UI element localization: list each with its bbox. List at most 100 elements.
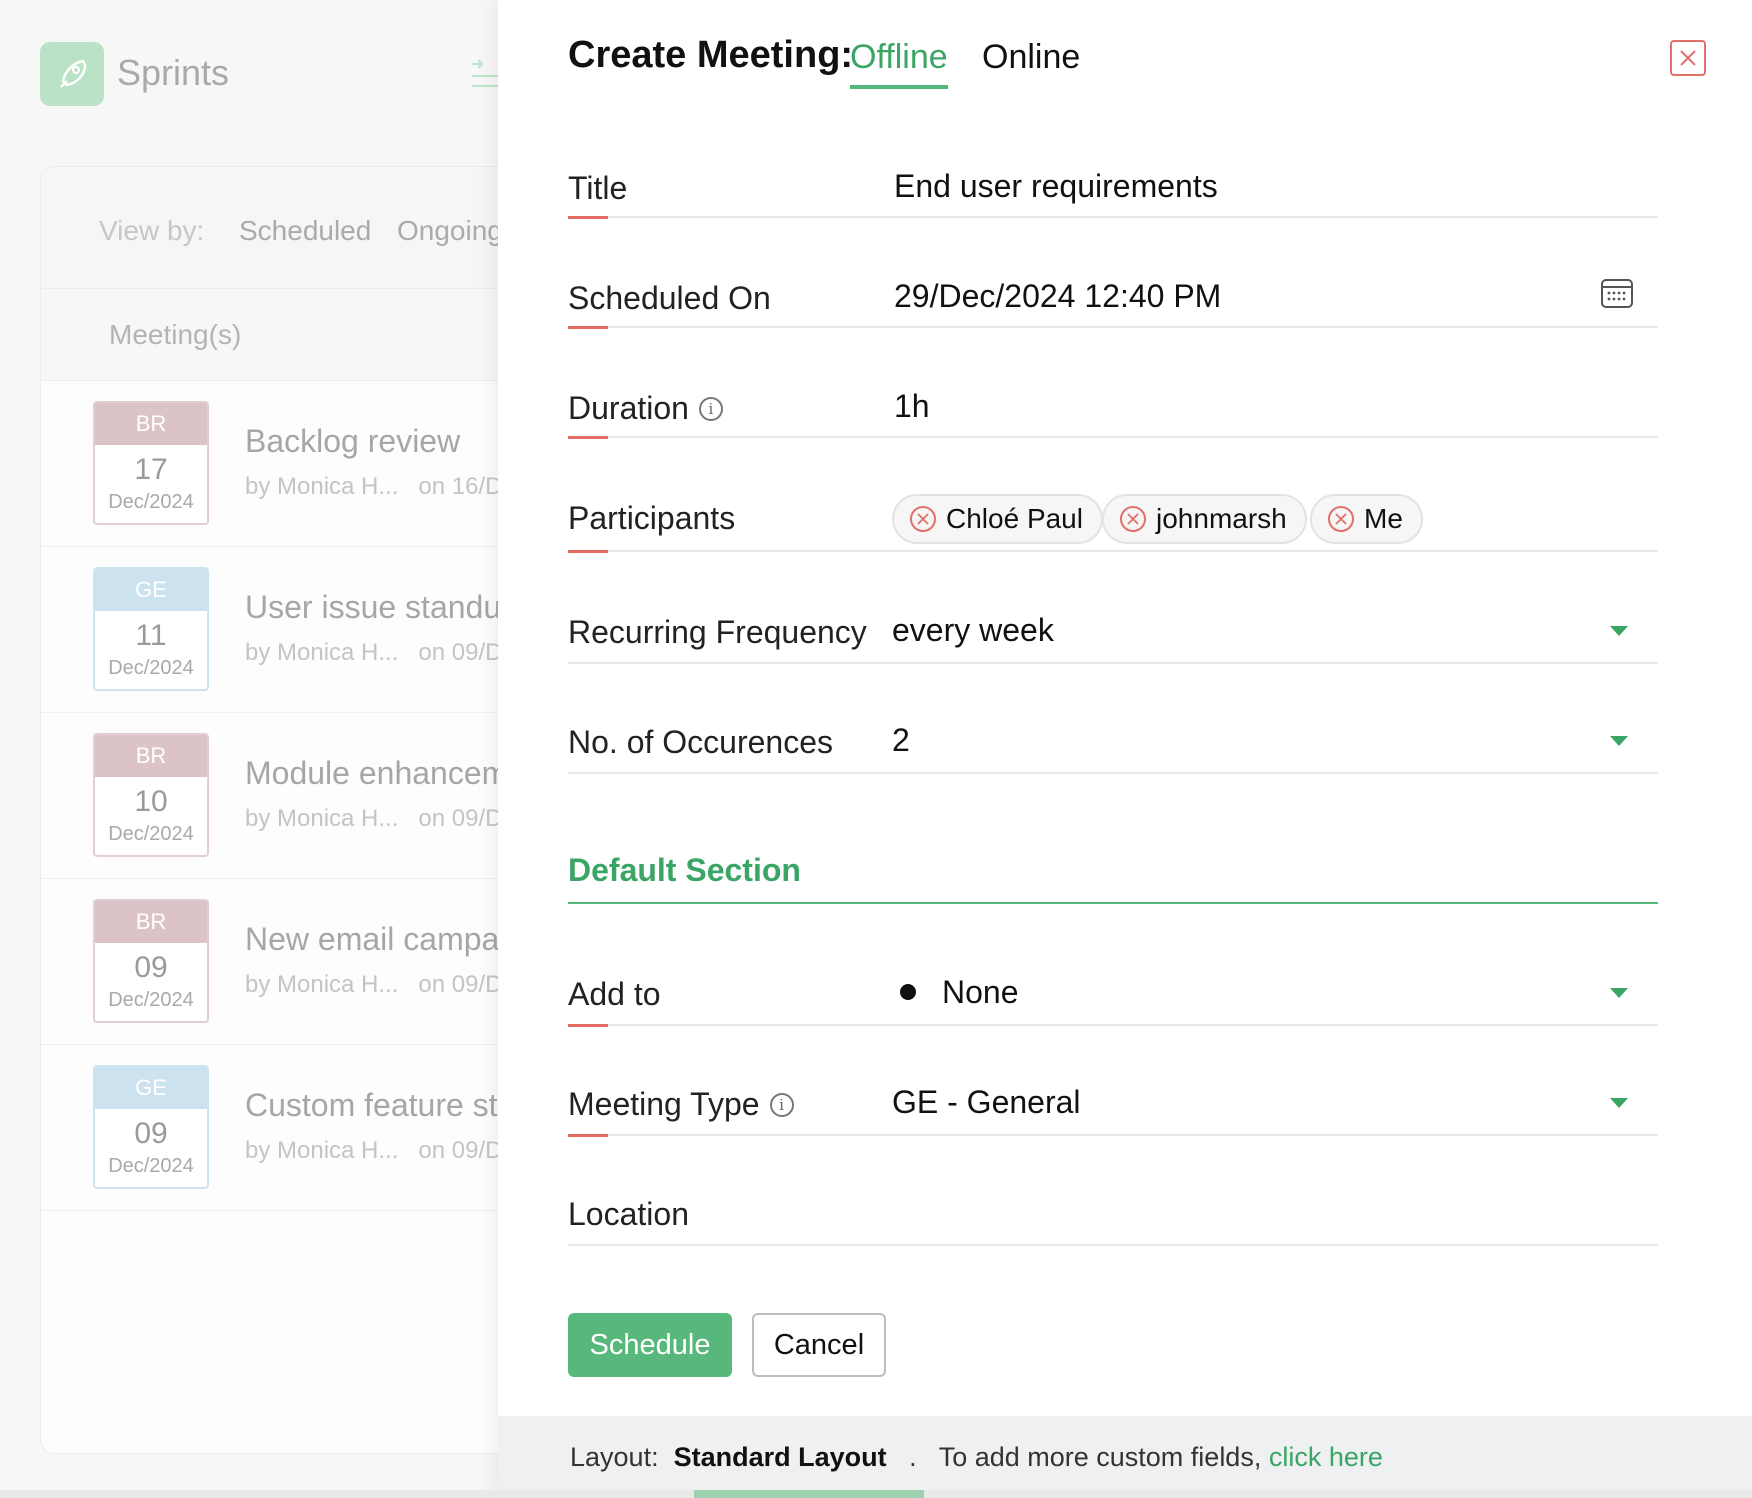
chevron-down-icon[interactable] <box>1610 736 1628 746</box>
remove-participant-button[interactable] <box>1120 506 1146 532</box>
meeting-month-year: Dec/2024 <box>108 1155 194 1177</box>
date-card: BR 10 Dec/2024 <box>93 733 209 857</box>
info-icon[interactable]: i <box>769 1092 794 1117</box>
meeting-date: on 09/D <box>418 639 503 666</box>
title-input[interactable]: End user requirements <box>894 168 1218 205</box>
label-divider <box>568 1134 868 1136</box>
participant-name: Me <box>1364 503 1403 534</box>
remove-participant-button[interactable] <box>1328 506 1354 532</box>
required-marker <box>568 550 608 553</box>
meeting-title: User issue standu <box>245 589 502 625</box>
value-divider <box>868 1024 1658 1026</box>
collapse-sidebar-icon[interactable] <box>470 58 500 92</box>
bullet-icon <box>900 983 916 1000</box>
participant-name: johnmarsh <box>1156 503 1287 534</box>
scheduled-on-label-text: Scheduled On <box>568 280 771 316</box>
meeting-type-label: Meeting Type i <box>568 1086 794 1123</box>
value-divider <box>868 216 1658 218</box>
date-card: BR 09 Dec/2024 <box>93 899 209 1023</box>
close-icon <box>1335 513 1347 525</box>
recurring-frequency-field: Recurring Frequency every week <box>568 604 1658 668</box>
label-divider <box>568 326 868 328</box>
participant-chip: Me <box>1310 494 1423 544</box>
add-to-label: Add to <box>568 976 661 1013</box>
meeting-month-year: Dec/2024 <box>108 657 194 679</box>
meeting-month-year: Dec/2024 <box>108 989 194 1011</box>
remove-participant-button[interactable] <box>910 506 936 532</box>
add-to-field: Add to None <box>568 966 1658 1030</box>
view-by-ongoing[interactable]: Ongoing <box>397 215 503 247</box>
value-divider <box>868 662 1658 664</box>
meeting-date: on 09/D <box>418 805 503 832</box>
calendar-icon[interactable] <box>1600 276 1634 310</box>
required-marker <box>568 436 608 439</box>
participants-chips[interactable]: Chloé Paul johnmarsh Me <box>892 494 1652 544</box>
date-card: GE 09 Dec/2024 <box>93 1065 209 1189</box>
duration-field: Duration i 1h <box>568 380 1658 444</box>
title-label: Title <box>568 170 627 207</box>
meeting-title: Backlog review <box>245 423 461 459</box>
recurring-frequency-select[interactable]: every week <box>892 612 1054 649</box>
occurrences-label-text: No. of Occurences <box>568 724 833 760</box>
meeting-type-field: Meeting Type i GE - General <box>568 1076 1658 1140</box>
label-divider <box>568 436 868 438</box>
label-divider <box>568 550 868 552</box>
bottom-scroll-thumb[interactable] <box>694 1490 924 1498</box>
location-input[interactable] <box>894 1194 1654 1240</box>
chevron-down-icon[interactable] <box>1610 988 1628 998</box>
footer-text: Layout: Standard Layout . To add more cu… <box>570 1442 1383 1473</box>
info-icon[interactable]: i <box>698 396 723 421</box>
meeting-month-year: Dec/2024 <box>108 491 194 513</box>
meeting-type-select[interactable]: GE - General <box>892 1084 1081 1121</box>
label-divider <box>568 772 868 774</box>
required-marker <box>568 1024 608 1027</box>
meeting-meta: by Monica H... on 09/D <box>245 639 502 667</box>
tab-offline[interactable]: Offline <box>850 38 948 89</box>
required-marker <box>568 1134 608 1137</box>
close-icon <box>1680 50 1696 66</box>
meeting-title: Module enhancem <box>245 755 509 791</box>
participants-label: Participants <box>568 500 735 537</box>
participants-field: Participants Chloé Paul johnmarsh Me <box>568 494 1658 554</box>
meeting-type-tag: GE <box>95 1067 207 1109</box>
participants-label-text: Participants <box>568 500 736 536</box>
close-button[interactable] <box>1670 40 1706 76</box>
meeting-date: on 16/D <box>418 473 503 500</box>
meeting-date: on 09/D <box>418 1137 503 1164</box>
occurrences-select[interactable]: 2 <box>892 722 910 759</box>
meeting-title: New email campai <box>245 921 507 957</box>
value-divider <box>868 436 1658 438</box>
cancel-button[interactable]: Cancel <box>752 1313 886 1377</box>
app-title: Sprints <box>117 52 230 93</box>
meeting-meta: by Monica H... on 09/D <box>245 1137 502 1165</box>
view-by-scheduled[interactable]: Scheduled <box>239 215 371 247</box>
title-label-text: Title <box>568 170 628 206</box>
duration-input[interactable]: 1h <box>894 388 930 425</box>
chevron-down-icon[interactable] <box>1610 626 1628 636</box>
date-card: GE 11 Dec/2024 <box>93 567 209 691</box>
scheduled-on-input[interactable]: 29/Dec/2024 12:40 PM <box>894 278 1221 315</box>
chevron-down-icon[interactable] <box>1610 1098 1628 1108</box>
meeting-day: 09 <box>134 951 168 984</box>
add-to-select[interactable]: None <box>900 974 1019 1011</box>
meeting-meta: by Monica H... on 09/D <box>245 805 502 833</box>
duration-label: Duration i <box>568 390 723 427</box>
value-divider <box>868 1244 1658 1246</box>
label-divider <box>568 1244 868 1246</box>
value-divider <box>868 550 1658 552</box>
label-divider <box>568 1024 868 1026</box>
scheduled-on-field: Scheduled On 29/Dec/2024 12:40 PM <box>568 270 1658 334</box>
value-divider <box>868 772 1658 774</box>
occurrences-field: No. of Occurences 2 <box>568 714 1658 778</box>
meeting-author: by Monica H... <box>245 971 399 998</box>
tab-online[interactable]: Online <box>982 38 1080 85</box>
value-divider <box>868 326 1658 328</box>
recurring-frequency-label-text: Recurring Frequency <box>568 614 867 650</box>
recurring-frequency-label: Recurring Frequency <box>568 614 867 651</box>
meeting-type-tag: BR <box>95 901 207 943</box>
schedule-button[interactable]: Schedule <box>568 1313 732 1377</box>
meeting-meta: by Monica H... on 09/D <box>245 971 502 999</box>
click-here-link[interactable]: click here <box>1269 1442 1383 1472</box>
custom-fields-text: To add more custom fields, <box>938 1442 1262 1472</box>
label-divider <box>568 662 868 664</box>
